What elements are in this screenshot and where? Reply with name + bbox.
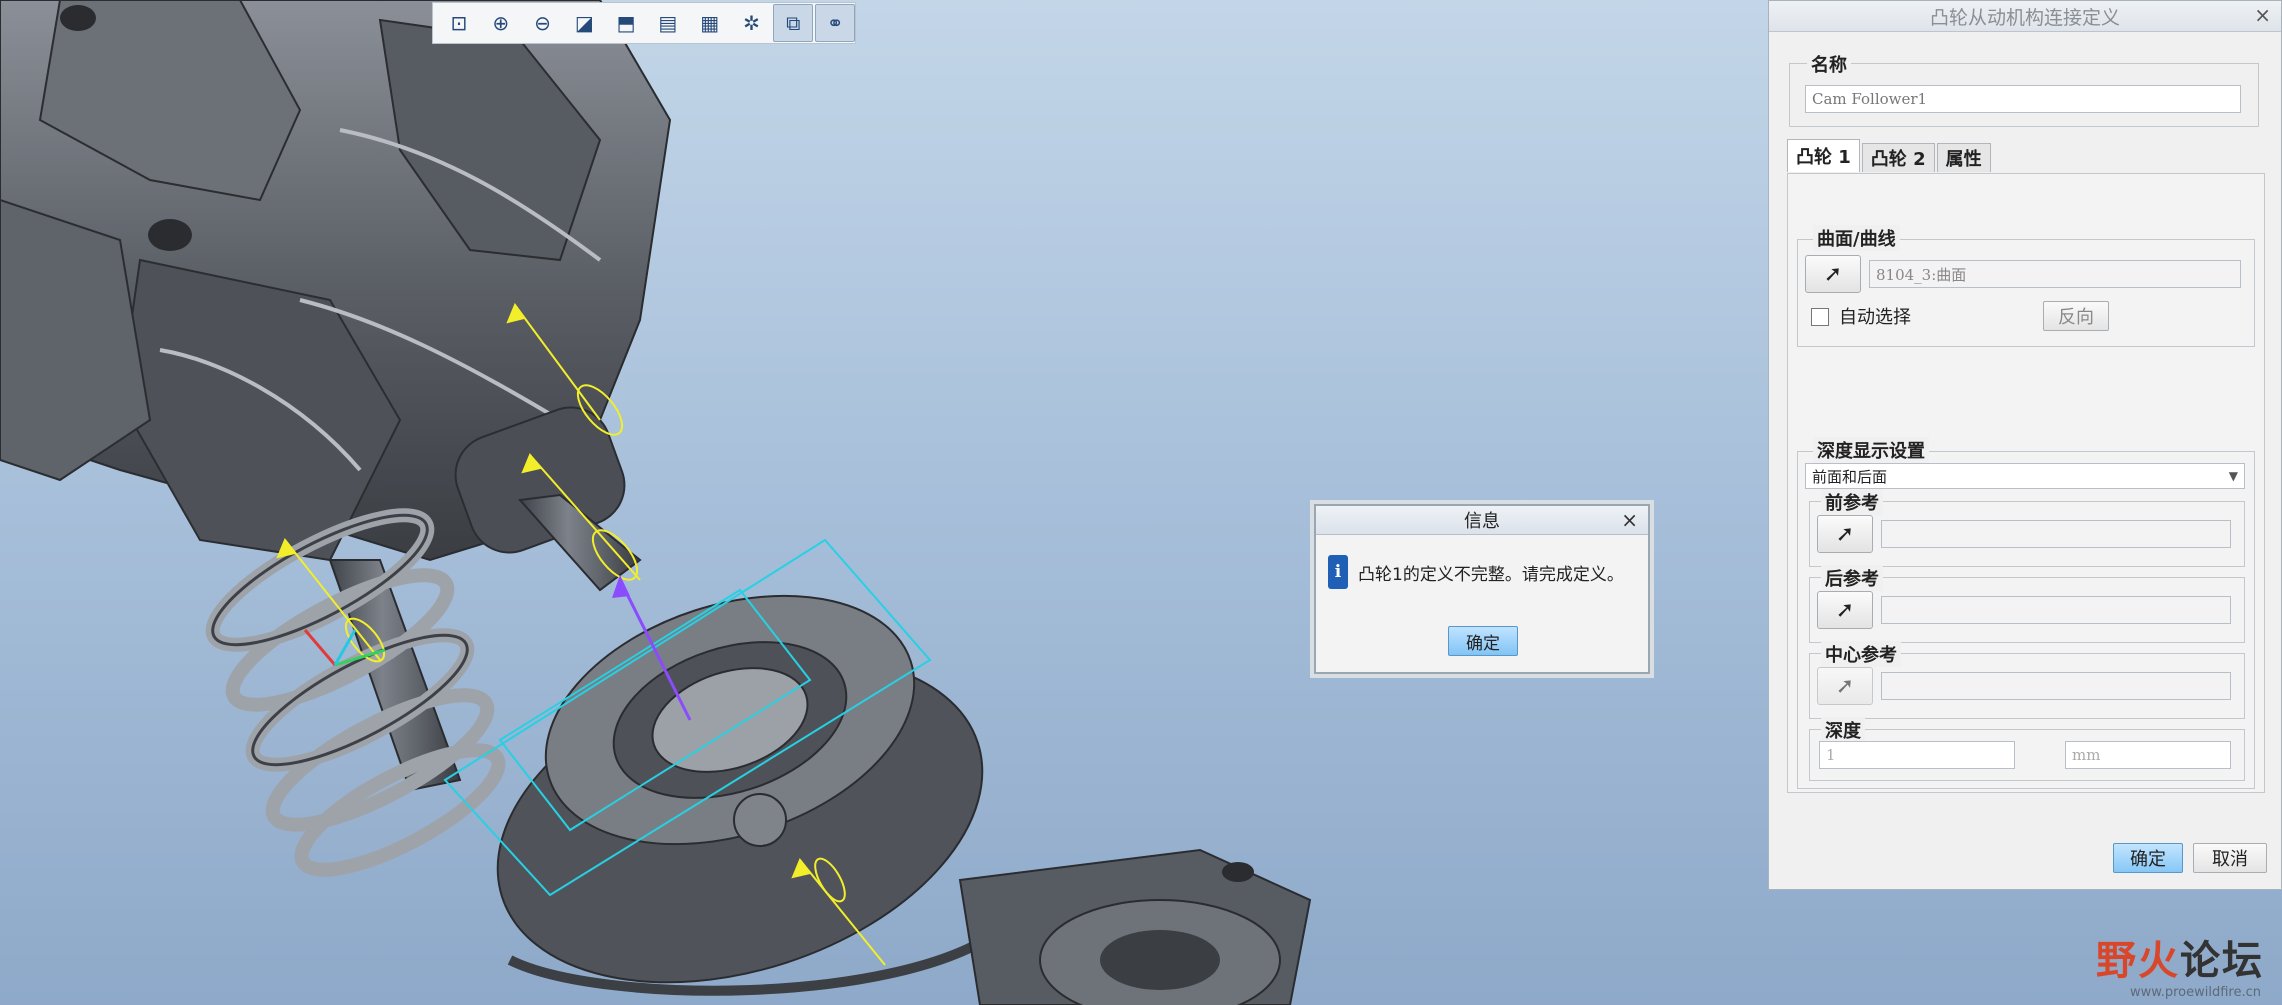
- surface-selection-field[interactable]: 8104_3:曲面: [1869, 260, 2241, 288]
- front-ref-field[interactable]: [1881, 520, 2231, 548]
- watermark-text-red: 野火: [2096, 938, 2180, 984]
- auto-select-label: 自动选择: [1839, 307, 1911, 328]
- cylinder-head-model: [0, 0, 672, 562]
- panel-title: 凸轮从动机构连接定义: [1929, 6, 2120, 29]
- name-input[interactable]: Cam Follower1: [1805, 85, 2241, 113]
- refit-button[interactable]: ⊡: [439, 4, 479, 42]
- center-ref-label: 中心参考: [1821, 641, 1901, 667]
- watermark-url: www.proewildfire.cn: [2130, 985, 2261, 1000]
- zoom-in-button[interactable]: ⊕: [481, 4, 521, 42]
- repaint-icon: ◪: [574, 11, 594, 35]
- cursor-arrow-icon: ➚: [1835, 597, 1855, 623]
- front-ref-label: 前参考: [1821, 489, 1883, 515]
- zoom-out-icon: ⊖: [534, 11, 551, 35]
- housing-model: [958, 848, 1312, 1005]
- panel-title-bar: 凸轮从动机构连接定义 ×: [1769, 1, 2281, 32]
- view-orient-button[interactable]: ⬒: [606, 4, 646, 42]
- tab-properties[interactable]: 属性: [1936, 143, 1991, 172]
- valve-spring-model: [205, 508, 506, 877]
- info-message: 凸轮1的定义不完整。请完成定义。: [1358, 564, 1624, 585]
- mechanism-display-icon: ⧉: [786, 11, 801, 35]
- cam-follower-definition-panel: 凸轮从动机构连接定义 × 名称 Cam Follower1 凸轮 1 凸轮 2 …: [1768, 0, 2282, 890]
- back-ref-select-button[interactable]: ➚: [1817, 591, 1873, 629]
- view-toolbar: ⊡ ⊕ ⊖ ◪ ⬒ ▤ ▦ ✲ ⧉ ⚭: [432, 2, 856, 44]
- view-orient-icon: ⬒: [616, 11, 636, 35]
- depth-display-label: 深度显示设置: [1813, 437, 1929, 463]
- center-ref-select-button[interactable]: ➚: [1817, 667, 1873, 705]
- info-ok-button[interactable]: 确定: [1448, 626, 1518, 656]
- auto-select-checkbox[interactable]: [1811, 308, 1829, 326]
- depth-label: 深度: [1821, 717, 1865, 743]
- tab-cam-1[interactable]: 凸轮 1: [1787, 139, 1860, 172]
- panel-ok-button[interactable]: 确定: [2113, 843, 2183, 873]
- depth-display-select[interactable]: 前面和后面 ▼: [1805, 463, 2245, 489]
- forum-watermark: 野火论坛: [2096, 928, 2264, 986]
- chevron-down-icon: ▼: [2228, 469, 2238, 483]
- surface-curve-group: [1797, 239, 2255, 347]
- info-dialog-title: 信息: [1464, 511, 1500, 532]
- datum-display-icon: ✲: [743, 11, 760, 35]
- surface-curve-label: 曲面/曲线: [1813, 225, 1900, 251]
- connections-button[interactable]: ⚭: [815, 4, 855, 42]
- info-dialog-title-bar: 信息 ×: [1316, 506, 1648, 535]
- zoom-in-icon: ⊕: [492, 11, 510, 35]
- panel-cancel-button[interactable]: 取消: [2193, 843, 2267, 873]
- repaint-button[interactable]: ◪: [564, 4, 604, 42]
- depth-value-input[interactable]: 1: [1819, 741, 2015, 769]
- connections-icon: ⚭: [826, 11, 844, 35]
- cursor-arrow-icon: ➚: [1835, 673, 1855, 699]
- mechanism-display-button[interactable]: ⧉: [773, 4, 814, 42]
- zoom-out-button[interactable]: ⊖: [523, 4, 563, 42]
- name-label: 名称: [1807, 51, 1851, 77]
- refit-icon: ⊡: [450, 11, 468, 35]
- depth-display-value: 前面和后面: [1812, 467, 1888, 486]
- front-ref-select-button[interactable]: ➚: [1817, 515, 1873, 553]
- info-icon: i: [1328, 555, 1348, 589]
- close-icon[interactable]: ×: [2254, 3, 2271, 27]
- cursor-arrow-icon: ➚: [1823, 261, 1843, 287]
- surface-select-button[interactable]: ➚: [1805, 255, 1861, 293]
- reverse-button[interactable]: 反向: [2043, 301, 2109, 331]
- layers-icon: ▦: [700, 11, 720, 35]
- saved-views-button[interactable]: ▤: [648, 4, 688, 42]
- panel-tabs: 凸轮 1 凸轮 2 属性: [1787, 139, 1993, 172]
- saved-views-icon: ▤: [658, 11, 678, 35]
- back-ref-field[interactable]: [1881, 596, 2231, 624]
- back-ref-label: 后参考: [1821, 565, 1883, 591]
- center-ref-field[interactable]: [1881, 672, 2231, 700]
- close-icon[interactable]: ×: [1621, 508, 1638, 532]
- info-dialog: 信息 × i 凸轮1的定义不完整。请完成定义。 确定: [1314, 504, 1650, 674]
- layers-button[interactable]: ▦: [690, 4, 730, 42]
- depth-unit-field[interactable]: mm: [2065, 741, 2231, 769]
- datum-display-button[interactable]: ✲: [732, 4, 772, 42]
- watermark-text-black: 论坛: [2180, 938, 2264, 984]
- cursor-arrow-icon: ➚: [1835, 521, 1855, 547]
- tab-cam-2[interactable]: 凸轮 2: [1861, 143, 1935, 172]
